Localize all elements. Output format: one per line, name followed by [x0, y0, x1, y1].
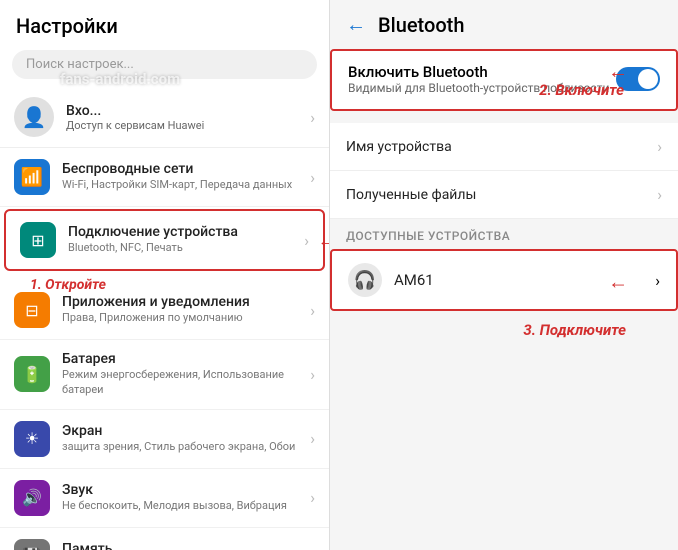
- wireless-icon: 📶: [14, 159, 50, 195]
- profile-subtitle: Доступ к сервисам Huawei: [66, 119, 204, 132]
- device-name-row[interactable]: Имя устройства ›: [330, 123, 678, 171]
- device-am61-name: AM61: [394, 271, 434, 289]
- device-am61-chevron: ›: [655, 271, 660, 290]
- received-files-chevron: ›: [657, 185, 662, 204]
- back-button[interactable]: ←: [346, 12, 366, 37]
- settings-item-memory[interactable]: 💾 Память Память, Очистка памяти ›: [0, 528, 329, 550]
- battery-text: Батарея Режим энергосбережения, Использо…: [62, 351, 310, 398]
- bluetooth-title: Bluetooth: [378, 13, 464, 37]
- device-name-chevron: ›: [657, 137, 662, 156]
- sound-chevron: ›: [310, 488, 315, 507]
- device-connect-title: Подключение устройства: [68, 224, 238, 240]
- settings-item-sound[interactable]: 🔊 Звук Не беспокоить, Мелодия вызова, Ви…: [0, 469, 329, 528]
- sound-icon: 🔊: [14, 480, 50, 516]
- bluetooth-header: ← Bluetooth: [330, 0, 678, 49]
- device-connect-subtitle: Bluetooth, NFC, Печать: [68, 240, 238, 255]
- battery-title: Батарея: [62, 351, 310, 367]
- display-icon: ☀: [14, 421, 50, 457]
- device-connect-text: Подключение устройства Bluetooth, NFC, П…: [68, 224, 238, 255]
- display-chevron: ›: [310, 429, 315, 448]
- bluetooth-toggle-row[interactable]: Включить Bluetooth Видимый для Bluetooth…: [332, 51, 676, 99]
- sound-title: Звук: [62, 482, 287, 498]
- battery-subtitle: Режим энергосбережения, Использование ба…: [62, 367, 310, 398]
- device-connect-icon: ⊞: [20, 222, 56, 258]
- memory-icon: 💾: [14, 539, 50, 550]
- received-files-label: Полученные файлы: [346, 187, 476, 203]
- settings-title: Настройки: [0, 0, 329, 46]
- wireless-subtitle: Wi-Fi, Настройки SIM-карт, Передача данн…: [62, 177, 292, 192]
- bluetooth-toggle-section: Включить Bluetooth Видимый для Bluetooth…: [330, 49, 678, 111]
- settings-item-device-connect[interactable]: ⊞ Подключение устройства Bluetooth, NFC,…: [4, 209, 325, 271]
- annotation2-label: 2. Включите: [539, 81, 624, 99]
- apps-chevron: ›: [310, 301, 315, 320]
- settings-list: 📶 Беспроводные сети Wi-Fi, Настройки SIM…: [0, 148, 329, 550]
- settings-item-display[interactable]: ☀ Экран защита зрения, Стиль рабочего эк…: [0, 410, 329, 469]
- memory-text: Память Память, Очистка памяти: [62, 541, 190, 550]
- display-subtitle: защита зрения, Стиль рабочего экрана, Об…: [62, 439, 295, 454]
- memory-title: Память: [62, 541, 190, 550]
- device-am61-row[interactable]: 🎧 AM61 ›: [330, 249, 678, 311]
- settings-item-apps[interactable]: ⊟ Приложения и уведомления Права, Прилож…: [0, 281, 329, 340]
- device-name-label: Имя устройства: [346, 139, 452, 155]
- profile-row[interactable]: 👤 Вхо... Доступ к сервисам Huawei ›: [0, 87, 329, 148]
- display-text: Экран защита зрения, Стиль рабочего экра…: [62, 423, 295, 454]
- available-devices-label: ДОСТУПНЫЕ УСТРОЙСТВА: [330, 219, 678, 249]
- annotation3-label: 3. Подключите: [523, 321, 626, 339]
- sound-subtitle: Не беспокоить, Мелодия вызова, Вибрация: [62, 498, 287, 513]
- apps-subtitle: Права, Приложения по умолчанию: [62, 310, 250, 325]
- profile-text: Вхо... Доступ к сервисам Huawei: [66, 103, 204, 132]
- battery-chevron: ›: [310, 365, 315, 384]
- headphones-icon: 🎧: [348, 263, 382, 297]
- settings-item-wireless[interactable]: 📶 Беспроводные сети Wi-Fi, Настройки SIM…: [0, 148, 329, 207]
- display-title: Экран: [62, 423, 295, 439]
- settings-item-battery[interactable]: 🔋 Батарея Режим энергосбережения, Исполь…: [0, 340, 329, 410]
- sound-text: Звук Не беспокоить, Мелодия вызова, Вибр…: [62, 482, 287, 513]
- apps-title: Приложения и уведомления: [62, 294, 250, 310]
- arrow1: ←: [317, 227, 329, 253]
- settings-panel: Настройки Поиск настроек... 👤 Вхо... Дос…: [0, 0, 330, 550]
- bluetooth-panel: ← Bluetooth Включить Bluetooth Видимый д…: [330, 0, 678, 550]
- wireless-text: Беспроводные сети Wi-Fi, Настройки SIM-к…: [62, 161, 292, 192]
- profile-name: Вхо...: [66, 103, 204, 119]
- device-connect-chevron: ›: [304, 231, 309, 250]
- bluetooth-toggle-title: Включить Bluetooth: [348, 63, 616, 81]
- wireless-chevron: ›: [310, 168, 315, 187]
- avatar: 👤: [14, 97, 54, 137]
- apps-text: Приложения и уведомления Права, Приложен…: [62, 294, 250, 325]
- profile-chevron: ›: [310, 108, 315, 127]
- wireless-title: Беспроводные сети: [62, 161, 292, 177]
- search-input[interactable]: Поиск настроек...: [12, 50, 317, 79]
- battery-icon: 🔋: [14, 356, 50, 392]
- apps-icon: ⊟: [14, 292, 50, 328]
- received-files-row[interactable]: Полученные файлы ›: [330, 171, 678, 219]
